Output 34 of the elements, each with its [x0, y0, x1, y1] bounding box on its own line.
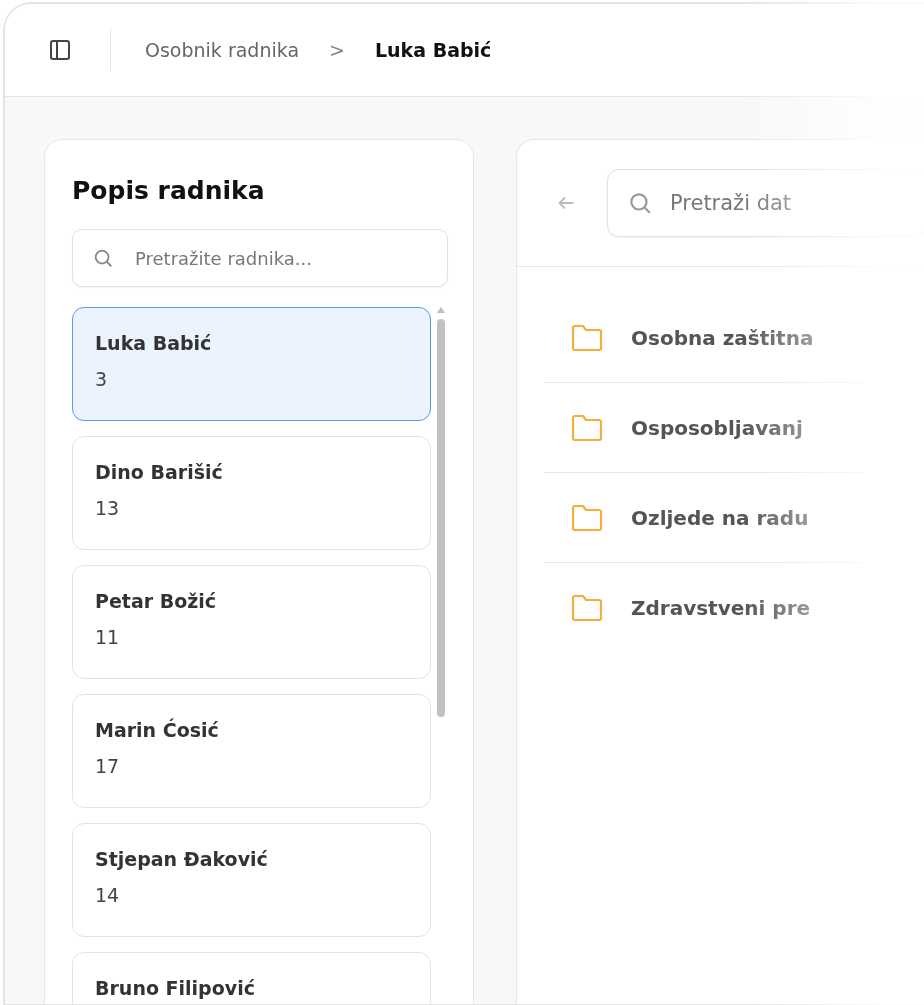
employee-count: 3 — [95, 368, 109, 390]
folder-name[interactable]: Osposobljavanj — [631, 415, 803, 440]
employee-name: Stjepan Đaković — [95, 848, 269, 870]
employee-count: 11 — [95, 626, 121, 648]
employee-name: Petar Božić — [95, 590, 218, 612]
employee-item[interactable]: Bruno Filipović — [72, 952, 431, 1004]
employee-item[interactable]: Stjepan Đaković 14 — [72, 823, 431, 937]
employee-item[interactable]: Luka Babić 3 — [72, 307, 431, 421]
scrollbar-thumb[interactable] — [437, 319, 445, 717]
folder-name[interactable]: Osobna zaštitna — [631, 325, 814, 350]
employee-name: Marin Ćosić — [95, 719, 220, 741]
folder-icon — [571, 413, 603, 442]
file-search-field[interactable]: Pretraži dat — [607, 169, 924, 237]
folder-icon — [571, 503, 603, 532]
folder-name[interactable]: Zdravstveni pre — [631, 595, 811, 620]
search-field[interactable]: Pretražite radnika... — [72, 229, 448, 287]
employee-item[interactable]: Dino Barišić 13 — [72, 436, 431, 550]
employee-count: 17 — [95, 755, 121, 777]
employee-name: Luka Babić — [95, 332, 213, 354]
breadcrumb-current: Luka Babić — [375, 39, 492, 61]
employee-item[interactable]: Petar Božić 11 — [72, 565, 431, 679]
employee-item[interactable]: Marin Ćosić 17 — [72, 694, 431, 808]
scroll-up-arrow-icon[interactable] — [437, 307, 445, 313]
employee-name: Dino Barišić — [95, 461, 224, 483]
breadcrumb-link[interactable]: Osobnik radnika — [145, 39, 300, 61]
breadcrumb-separator: > — [329, 39, 345, 61]
folder-icon — [571, 323, 603, 352]
employee-name: Bruno Filipović — [95, 977, 256, 999]
employee-count: 13 — [95, 497, 121, 519]
sidebar-toggle-icon[interactable] — [48, 38, 72, 62]
folder-name[interactable]: Ozljede na radu — [631, 505, 809, 530]
folder-icon — [571, 593, 603, 622]
employee-count: 14 — [95, 884, 121, 906]
panel-title: Popis radnika — [72, 176, 266, 205]
